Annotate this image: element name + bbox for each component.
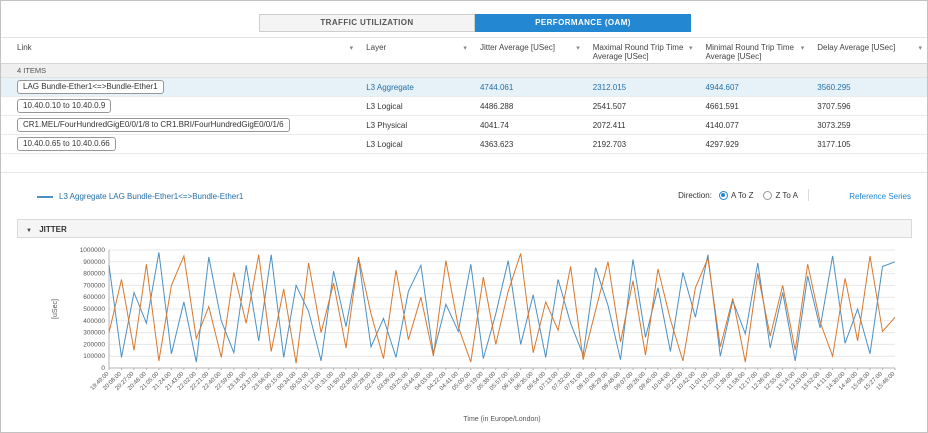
link-chip[interactable]: CR1.MEL/FourHundredGigE0/0/1/8 to CR1.BR… — [17, 118, 290, 132]
cell-jitter: 4041.74 — [479, 120, 509, 130]
jitter-chart: 0 100000 200000 300000 400000 500000 600000 700… — [52, 247, 897, 423]
direction-radio[interactable] — [763, 190, 773, 200]
cell-max-rtt: 2192.703 — [592, 139, 627, 149]
svg-text:Time (in Europe/London): Time (in Europe/London) — [463, 416, 540, 423]
view-tabs: TRAFFIC UTILIZATION PERFORMANCE (OAM) — [259, 14, 691, 32]
legend-label: L3 Aggregate LAG Bundle-Ether1<=>Bundle-… — [59, 192, 244, 201]
column-label: Minimal Round Trip Time Average [USec] — [705, 43, 794, 61]
column-header-delay-average[interactable]: Delay Average [USec] ▾ — [809, 43, 927, 52]
radio-label: Z To A — [775, 190, 798, 200]
direction-label: Direction: — [678, 190, 712, 200]
radio-label: A To Z — [730, 190, 754, 200]
table-row[interactable]: 10.40.0.10 to 10.40.0.9 L3 Logical 4486.… — [1, 97, 927, 116]
cell-jitter: 4486.288 — [479, 101, 514, 111]
jitter-panel: ▼ JITTER 0 100000 200000 300000 400000 500000… — [17, 219, 912, 429]
jitter-chart-area: 0 100000 200000 300000 400000 500000 600000 700… — [17, 238, 912, 432]
jitter-panel-header[interactable]: ▼ JITTER — [17, 219, 912, 238]
direction-option-z-to-a[interactable]: Z To A — [763, 190, 798, 200]
svg-text:900000: 900000 — [83, 259, 105, 266]
link-chip[interactable]: LAG Bundle-Ether1<=>Bundle-Ether1 — [17, 80, 164, 94]
performance-dashboard: TRAFFIC UTILIZATION PERFORMANCE (OAM) Li… — [0, 0, 928, 433]
cell-delay: 3177.105 — [817, 139, 851, 149]
column-header-link[interactable]: Link ▾ — [1, 43, 358, 52]
cell-jitter: 4363.623 — [479, 139, 514, 149]
column-label: Layer — [366, 43, 387, 52]
svg-text:500000: 500000 — [83, 306, 105, 313]
cell-delay: 3707.596 — [817, 101, 851, 111]
column-label: Delay Average [USec] — [817, 43, 896, 52]
cell-layer: L3 Physical — [366, 120, 408, 130]
tab-traffic-utilization[interactable]: TRAFFIC UTILIZATION — [259, 14, 475, 32]
column-header-min-rtt-average[interactable]: Minimal Round Trip Time Average [USec] ▾ — [697, 43, 809, 61]
cell-min-rtt: 4944.607 — [705, 82, 739, 92]
cell-min-rtt: 4297.929 — [705, 139, 739, 149]
svg-text:800000: 800000 — [83, 271, 105, 278]
chevron-down-icon[interactable]: ▾ — [576, 44, 580, 53]
cell-layer: L3 Logical — [366, 101, 403, 111]
cell-link: CR1.MEL/FourHundredGigE0/0/1/8 to CR1.BR… — [1, 118, 358, 132]
table-row[interactable]: CR1.MEL/FourHundredGigE0/0/1/8 to CR1.BR… — [1, 116, 927, 135]
chart-legend: L3 Aggregate LAG Bundle-Ether1<=>Bundle-… — [37, 192, 243, 201]
table-row[interactable]: LAG Bundle-Ether1<=>Bundle-Ether1 L3 Agg… — [1, 78, 927, 97]
vertical-separator — [808, 189, 809, 201]
chevron-down-icon[interactable]: ▾ — [463, 44, 467, 53]
chevron-down-icon[interactable]: ▾ — [350, 44, 354, 53]
table-row[interactable]: 10.40.0.65 to 10.40.0.66 L3 Logical 4363… — [1, 135, 927, 154]
link-chip[interactable]: 10.40.0.65 to 10.40.0.66 — [17, 137, 116, 151]
jitter-panel-title: JITTER — [39, 225, 67, 234]
column-label: Link — [17, 43, 32, 52]
column-label: Maximal Round Trip Time Average [USec] — [592, 43, 684, 61]
cell-max-rtt: 2541.507 — [592, 101, 627, 111]
svg-text:0: 0 — [101, 365, 105, 372]
cell-min-rtt: 4140.077 — [705, 120, 739, 130]
link-chip[interactable]: 10.40.0.10 to 10.40.0.9 — [17, 99, 112, 113]
cell-jitter: 4744.061 — [479, 82, 514, 92]
direction-option-a-to-z[interactable]: A To Z — [718, 190, 754, 200]
cell-layer: L3 Aggregate — [366, 82, 414, 92]
cell-link: 10.40.0.10 to 10.40.0.9 — [1, 99, 358, 113]
svg-text:700000: 700000 — [83, 282, 105, 289]
cell-max-rtt: 2312.015 — [592, 82, 627, 92]
table-header: Link ▾ Layer ▾ Jitter Average [USec] ▾ M… — [1, 37, 927, 64]
svg-text:300000: 300000 — [83, 330, 105, 337]
reference-series-link[interactable]: Reference Series — [849, 192, 911, 201]
svg-text:400000: 400000 — [83, 318, 105, 325]
chevron-down-icon[interactable]: ▾ — [918, 44, 922, 53]
links-table: Link ▾ Layer ▾ Jitter Average [USec] ▾ M… — [1, 37, 927, 154]
cell-delay: 3560.295 — [817, 82, 851, 92]
svg-text:[uSec]: [uSec] — [52, 299, 59, 319]
cell-min-rtt: 4661.591 — [705, 101, 739, 111]
tab-performance-oam[interactable]: PERFORMANCE (OAM) — [475, 14, 691, 32]
cell-max-rtt: 2072.411 — [592, 120, 626, 130]
legend-line-swatch — [37, 195, 53, 198]
cell-link: LAG Bundle-Ether1<=>Bundle-Ether1 — [1, 80, 358, 94]
svg-text:200000: 200000 — [83, 341, 105, 348]
cell-link: 10.40.0.65 to 10.40.0.66 — [1, 137, 358, 151]
chevron-down-icon[interactable]: ▾ — [689, 44, 693, 53]
items-count-band: 4 ITEMS — [1, 64, 927, 78]
svg-text:600000: 600000 — [83, 294, 105, 301]
column-header-layer[interactable]: Layer ▾ — [358, 43, 472, 52]
column-header-max-rtt-average[interactable]: Maximal Round Trip Time Average [USec] ▾ — [585, 43, 698, 61]
column-header-jitter-average[interactable]: Jitter Average [USec] ▾ — [472, 43, 585, 52]
cell-layer: L3 Logical — [366, 139, 403, 149]
cell-delay: 3073.259 — [817, 120, 851, 130]
direction-radio[interactable] — [718, 190, 728, 200]
section-divider — [1, 172, 927, 173]
chevron-down-icon[interactable]: ▾ — [801, 44, 805, 53]
column-label: Jitter Average [USec] — [479, 43, 555, 52]
svg-text:100000: 100000 — [83, 353, 105, 360]
triangle-down-icon: ▼ — [26, 228, 32, 234]
svg-text:1000000: 1000000 — [80, 247, 106, 254]
direction-controls: Direction: A To Z Z To A — [678, 189, 809, 201]
